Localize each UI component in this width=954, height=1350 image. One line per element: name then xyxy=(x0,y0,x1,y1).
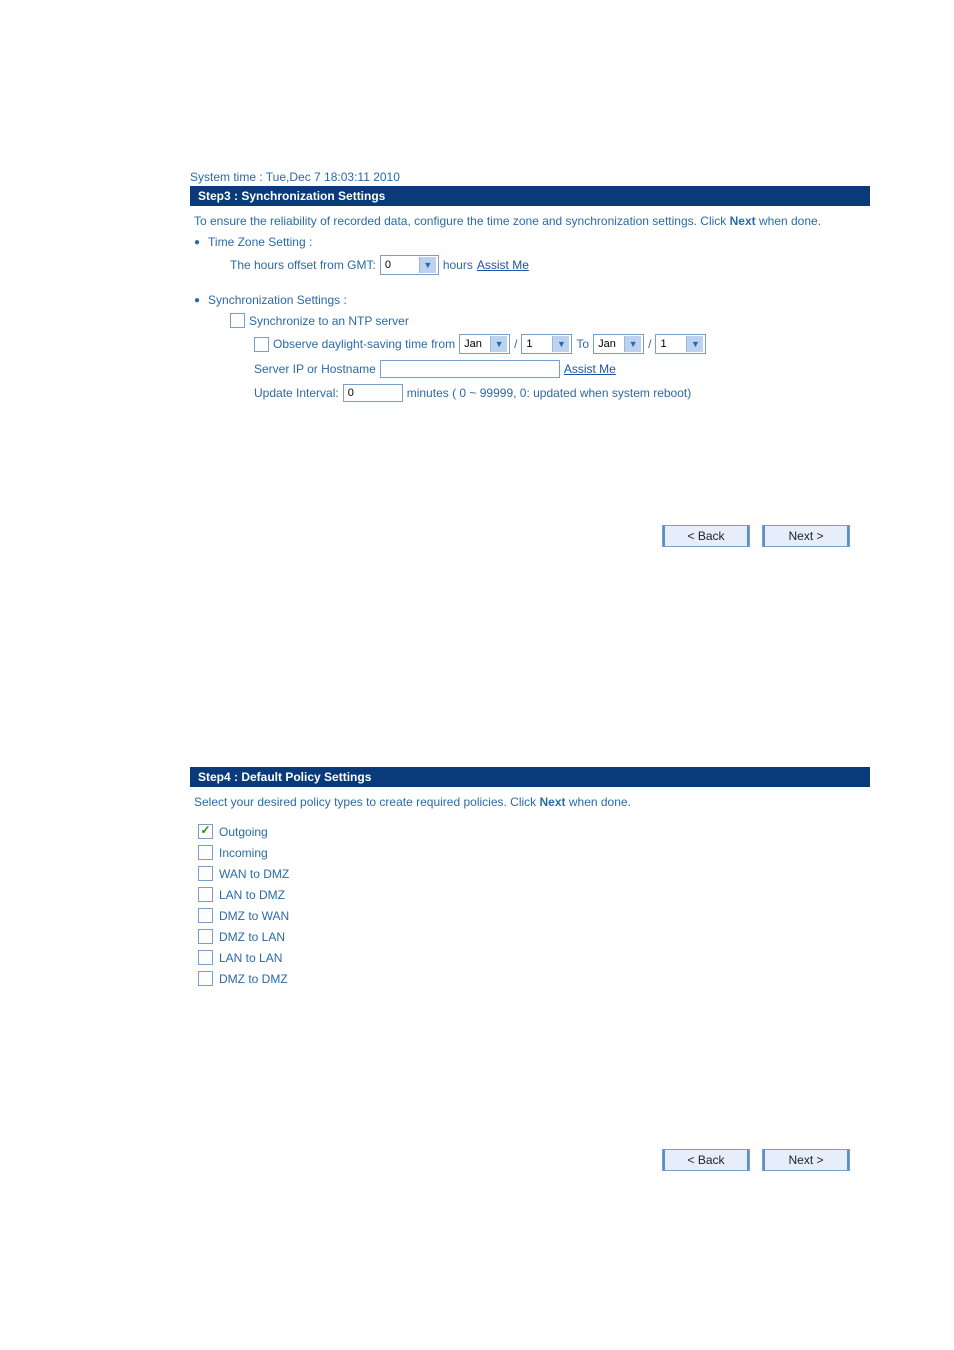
assist-me-link-2[interactable]: Assist Me xyxy=(564,362,616,376)
gmt-offset-row: The hours offset from GMT: 0 ▼ hours Ass… xyxy=(190,252,870,278)
step4-title: Step4 : Default Policy Settings xyxy=(190,767,870,787)
bullet-icon: ● xyxy=(194,235,200,251)
dst-from-month-select[interactable]: Jan ▼ xyxy=(459,334,510,354)
step4-desc-pre: Select your desired policy types to crea… xyxy=(194,795,540,809)
chevron-down-icon: ▼ xyxy=(686,336,703,352)
ntp-sync-label: Synchronize to an NTP server xyxy=(249,314,409,328)
policy-label: DMZ to LAN xyxy=(219,930,285,944)
slash: / xyxy=(648,337,651,351)
back-button[interactable]: < Back xyxy=(662,525,750,547)
policy-item: Outgoing xyxy=(198,821,870,842)
step4-description: Select your desired policy types to crea… xyxy=(190,787,870,815)
next-button[interactable]: Next > xyxy=(762,1149,850,1171)
dst-checkbox[interactable] xyxy=(254,337,269,352)
next-button[interactable]: Next > xyxy=(762,525,850,547)
assist-me-link[interactable]: Assist Me xyxy=(477,258,529,272)
back-button-label: < Back xyxy=(683,1153,728,1167)
dst-label: Observe daylight-saving time from xyxy=(273,337,455,351)
policy-label: DMZ to DMZ xyxy=(219,972,288,986)
policy-label: Outgoing xyxy=(219,825,268,839)
step3-desc-pre: To ensure the reliability of recorded da… xyxy=(194,214,730,228)
time-zone-heading: Time Zone Setting : xyxy=(208,235,312,249)
policy-checkbox[interactable] xyxy=(198,887,213,902)
dst-to-day-select[interactable]: 1 ▼ xyxy=(655,334,706,354)
policy-item: WAN to DMZ xyxy=(198,863,870,884)
system-time: System time : Tue,Dec 7 18:03:11 2010 xyxy=(190,0,870,186)
server-row: Server IP or Hostname Assist Me xyxy=(190,357,870,381)
next-button-label: Next > xyxy=(784,1153,827,1167)
step3-title: Step3 : Synchronization Settings xyxy=(190,186,870,206)
step4-desc-post: when done. xyxy=(566,795,631,809)
dst-row: Observe daylight-saving time from Jan ▼ … xyxy=(190,331,870,357)
policy-label: LAN to DMZ xyxy=(219,888,285,902)
back-button-label: < Back xyxy=(683,529,728,543)
hours-text: hours xyxy=(443,258,473,272)
chevron-down-icon: ▼ xyxy=(490,336,507,352)
dst-to-label: To xyxy=(576,337,589,351)
dst-to-month-select[interactable]: Jan ▼ xyxy=(593,334,644,354)
gmt-offset-select[interactable]: 0 ▼ xyxy=(380,255,439,275)
step3-nav: < Back Next > xyxy=(190,405,870,567)
policy-label: LAN to LAN xyxy=(219,951,282,965)
policy-checkbox[interactable] xyxy=(198,866,213,881)
policy-checkbox[interactable] xyxy=(198,845,213,860)
next-button-label: Next > xyxy=(784,529,827,543)
policy-item: Incoming xyxy=(198,842,870,863)
dst-to-month: Jan xyxy=(596,338,624,350)
step4-desc-bold: Next xyxy=(540,795,566,809)
ntp-sync-row: Synchronize to an NTP server xyxy=(190,310,870,331)
sync-heading-row: ● Synchronization Settings : xyxy=(190,292,870,310)
policy-list: Outgoing Incoming WAN to DMZ LAN to DMZ DMZ … xyxy=(190,815,870,989)
server-label: Server IP or Hostname xyxy=(254,362,376,376)
update-interval-label: Update Interval: xyxy=(254,386,339,400)
policy-item: DMZ to DMZ xyxy=(198,968,870,989)
gmt-offset-value: 0 xyxy=(383,259,419,271)
policy-checkbox[interactable] xyxy=(198,929,213,944)
back-button[interactable]: < Back xyxy=(662,1149,750,1171)
gmt-label: The hours offset from GMT: xyxy=(230,258,376,272)
policy-item: LAN to LAN xyxy=(198,947,870,968)
ntp-sync-checkbox[interactable] xyxy=(230,313,245,328)
step3-description: To ensure the reliability of recorded da… xyxy=(190,206,870,234)
update-interval-row: Update Interval: minutes ( 0 ~ 99999, 0:… xyxy=(190,381,870,405)
policy-item: LAN to DMZ xyxy=(198,884,870,905)
step4-nav: < Back Next > xyxy=(190,989,870,1211)
dst-to-day: 1 xyxy=(658,338,686,350)
dst-from-day: 1 xyxy=(524,338,552,350)
policy-item: DMZ to LAN xyxy=(198,926,870,947)
chevron-down-icon: ▼ xyxy=(624,336,641,352)
policy-checkbox[interactable] xyxy=(198,824,213,839)
chevron-down-icon: ▼ xyxy=(419,257,436,273)
policy-label: WAN to DMZ xyxy=(219,867,289,881)
policy-label: Incoming xyxy=(219,846,268,860)
policy-checkbox[interactable] xyxy=(198,950,213,965)
policy-label: DMZ to WAN xyxy=(219,909,289,923)
update-interval-hint: minutes ( 0 ~ 99999, 0: updated when sys… xyxy=(407,386,692,400)
time-zone-heading-row: ● Time Zone Setting : xyxy=(190,234,870,252)
dst-from-month: Jan xyxy=(462,338,490,350)
chevron-down-icon: ▼ xyxy=(552,336,569,352)
server-hostname-input[interactable] xyxy=(380,360,560,378)
policy-checkbox[interactable] xyxy=(198,971,213,986)
sync-heading: Synchronization Settings : xyxy=(208,293,347,307)
bullet-icon: ● xyxy=(194,293,200,309)
step3-desc-bold: Next xyxy=(730,214,756,228)
update-interval-input[interactable] xyxy=(343,384,403,402)
policy-item: DMZ to WAN xyxy=(198,905,870,926)
dst-from-day-select[interactable]: 1 ▼ xyxy=(521,334,572,354)
slash: / xyxy=(514,337,517,351)
step3-desc-post: when done. xyxy=(756,214,821,228)
policy-checkbox[interactable] xyxy=(198,908,213,923)
